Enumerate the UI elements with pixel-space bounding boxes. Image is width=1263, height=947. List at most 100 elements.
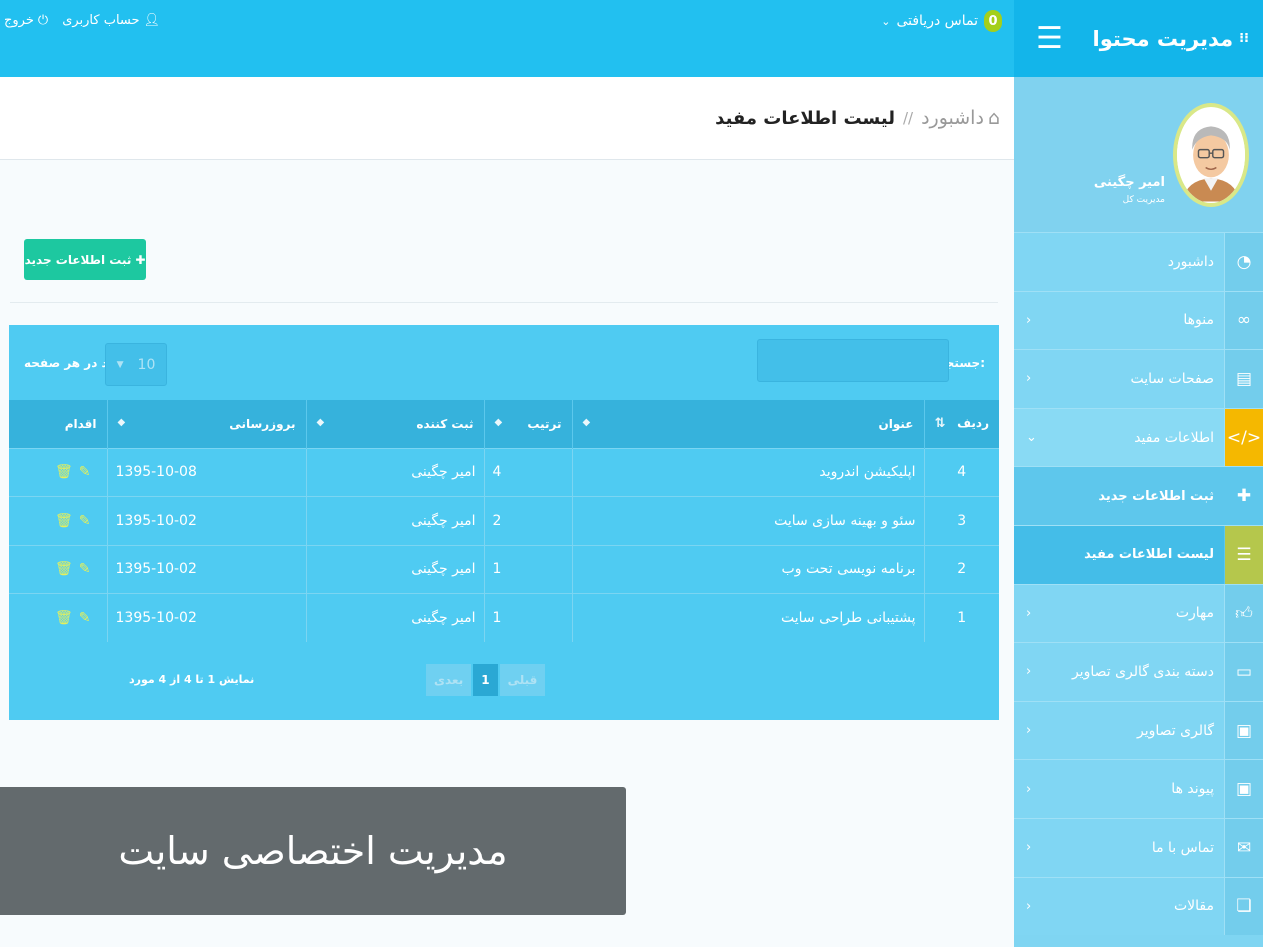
column-header-order[interactable]: ترتیب ◆ <box>483 400 572 448</box>
edit-pencil-icon[interactable]: ✎ <box>79 513 91 529</box>
sidebar-item-label: تماس با ما <box>1151 839 1214 856</box>
sidebar-item-label: ثبت اطلاعات جدید <box>1098 488 1214 504</box>
camera-icon: ▣ <box>1224 701 1263 760</box>
list-icon: ☰ <box>1224 525 1263 584</box>
sidebar-item-gallery[interactable]: ▣ گالری تصاویر ‹ <box>1014 700 1263 760</box>
sort-icon: ◆ <box>117 416 126 428</box>
logout-link[interactable]: ⏻ خروج <box>4 13 48 28</box>
cell-title: اپلیکیشن اندروید <box>571 447 924 497</box>
dashboard-icon: ◔ <box>1224 233 1263 291</box>
chevron-left-icon: ‹ <box>1026 840 1032 856</box>
chevron-left-icon: ‹ <box>1026 781 1032 797</box>
sidebar-item-skills[interactable]: 👍︎ مهارت ‹ <box>1014 583 1263 643</box>
column-header-label: عنوان <box>878 416 914 431</box>
sidebar-item-articles[interactable]: ❏ مقالات ‹ <box>1014 876 1263 936</box>
promo-caption: مدیریت اختصاصی سایت <box>0 787 626 915</box>
sort-icon: ◆ <box>316 416 325 428</box>
breadcrumb: ⌂ داشبورد // لیست اطلاعات مفید <box>715 107 1000 129</box>
account-label: حساب کاربری <box>62 13 140 28</box>
chevron-left-icon: ‹ <box>1026 371 1032 387</box>
cell-author: امیر چگینی <box>305 496 484 545</box>
edit-pencil-icon[interactable]: ✎ <box>79 610 91 626</box>
cell-updated: 1395-10-02 <box>106 496 306 545</box>
cell-row-number: 1 <box>923 593 999 642</box>
pagination-page-1[interactable]: 1 <box>473 664 498 696</box>
cell-order: 1 <box>483 544 572 594</box>
sidebar-item-gallery-categories[interactable]: ▭ دسته بندی گالری تصاویر ‹ <box>1014 642 1263 701</box>
chevron-left-icon: ‹ <box>1026 664 1032 680</box>
breadcrumb-home[interactable]: ⌂ داشبورد <box>921 107 1000 129</box>
sidebar-item-label: لیست اطلاعات مفید <box>1084 547 1214 563</box>
cell-title: برنامه نویسی تحت وب <box>571 544 924 594</box>
trash-icon[interactable]: 🗑︎ <box>55 610 73 626</box>
avatar[interactable] <box>1173 103 1249 207</box>
pagination-prev-button[interactable]: قبلی <box>499 664 546 696</box>
cell-row-number: 4 <box>923 447 999 497</box>
cell-actions: ✎ 🗑︎ <box>9 544 107 594</box>
sidebar-subitem-new-info[interactable]: ✚ ثبت اطلاعات جدید <box>1014 466 1263 525</box>
folder-icon: ▭ <box>1224 643 1263 701</box>
page-header: ⌂ داشبورد // لیست اطلاعات مفید <box>0 77 1014 160</box>
top-bar: 0 تماس دریافتی ⌄ 👤︎ حساب کاربری ⏻ خروج <box>0 0 1014 77</box>
contact-notifications[interactable]: 0 تماس دریافتی ⌄ <box>881 10 1002 32</box>
add-info-button[interactable]: ✚ ثبت اطلاعات جدید <box>24 239 146 280</box>
breadcrumb-home-label: داشبورد <box>921 107 984 129</box>
camera-icon: ▣ <box>1224 760 1263 818</box>
sidebar-item-useful-info[interactable]: </> اطلاعات مفید ⌄ <box>1014 407 1263 467</box>
user-icon: 👤︎ <box>143 13 161 28</box>
link-icon: ∞ <box>1224 291 1263 350</box>
home-icon: ⌂ <box>987 107 1000 129</box>
chevron-left-icon: ‹ <box>1026 605 1032 621</box>
plus-icon: ✚ <box>135 252 146 267</box>
cell-row-number: 2 <box>923 544 999 594</box>
column-header-row-number[interactable]: ردیف ⇅ <box>923 400 999 448</box>
contact-label: تماس دریافتی <box>896 13 978 29</box>
sidebar-item-menus[interactable]: ∞ منوها ‹ <box>1014 290 1263 350</box>
trash-icon[interactable]: 🗑︎ <box>55 561 73 577</box>
cell-updated: 1395-10-02 <box>106 593 306 642</box>
page-title: لیست اطلاعات مفید <box>715 107 895 129</box>
pagination-next-button[interactable]: بعدی <box>426 664 472 696</box>
brand-title[interactable]: ⁝⁝ مدیریت محتوا <box>1093 27 1249 51</box>
search-input[interactable] <box>757 339 949 382</box>
cell-order: 1 <box>483 593 572 642</box>
sidebar-item-links[interactable]: ▣ پیوند ها ‹ <box>1014 759 1263 818</box>
sidebar-item-contact[interactable]: ✉ تماس با ما ‹ <box>1014 817 1263 877</box>
brand-label: مدیریت محتوا <box>1092 26 1234 51</box>
sidebar-item-label: پیوند ها <box>1171 781 1214 798</box>
column-header-label: اقدام <box>64 416 97 431</box>
trash-icon[interactable]: 🗑︎ <box>55 464 73 480</box>
caret-down-icon: ▼ <box>116 359 124 370</box>
book-icon: ❏ <box>1224 877 1263 936</box>
cell-author: امیر چگینی <box>305 593 484 642</box>
cell-updated: 1395-10-08 <box>106 447 306 497</box>
hamburger-icon[interactable]: ☰ <box>1036 23 1063 54</box>
sidebar-item-dashboard[interactable]: ◔ داشبورد <box>1014 232 1263 291</box>
edit-pencil-icon[interactable]: ✎ <box>79 561 91 577</box>
table-row: 3 سئو و بهینه سازی سایت 2 امیر چگینی 139… <box>9 496 999 545</box>
cell-actions: ✎ 🗑︎ <box>9 496 107 545</box>
code-icon: </> <box>1224 408 1263 467</box>
trash-icon[interactable]: 🗑︎ <box>55 513 73 529</box>
column-header-label: بروزرسانی <box>229 416 296 431</box>
sidebar-menu: ◔ داشبورد ∞ منوها ‹ ▤ صفحات سایت ‹ </> ا… <box>1014 232 1263 936</box>
logout-label: خروج <box>4 13 34 28</box>
page-length-value: 10 <box>137 356 156 373</box>
column-header-label: ردیف <box>957 416 989 431</box>
sidebar: ⁝⁝ مدیریت محتوا ☰ امیر چگینی مدیریت کل ◔ <box>1014 0 1263 947</box>
sidebar-subitem-info-list[interactable]: ☰ لیست اطلاعات مفید <box>1014 524 1263 584</box>
column-header-label: ترتیب <box>527 416 562 431</box>
page-length-select[interactable]: 10 ▼ <box>105 343 167 386</box>
table-row: 4 اپلیکیشن اندروید 4 امیر چگینی 1395-10-… <box>9 447 999 497</box>
table-info: نمایش 1 تا 4 از 4 مورد <box>129 673 255 686</box>
table-row: 2 برنامه نویسی تحت وب 1 امیر چگینی 1395-… <box>9 544 999 594</box>
column-header-updated[interactable]: بروزرسانی ◆ <box>106 400 306 448</box>
account-link[interactable]: 👤︎ حساب کاربری <box>62 13 160 28</box>
data-table-panel: جستجو: رکورد در هر صفحه 10 ▼ ردیف ⇅ عنوا… <box>9 325 999 720</box>
sidebar-item-site-pages[interactable]: ▤ صفحات سایت ‹ <box>1014 349 1263 408</box>
user-profile: امیر چگینی مدیریت کل <box>1014 77 1263 232</box>
profile-role: مدیریت کل <box>1122 195 1165 205</box>
column-header-author[interactable]: ثبت کننده ◆ <box>305 400 484 448</box>
edit-pencil-icon[interactable]: ✎ <box>79 464 91 480</box>
column-header-title[interactable]: عنوان ◆ <box>571 400 924 448</box>
